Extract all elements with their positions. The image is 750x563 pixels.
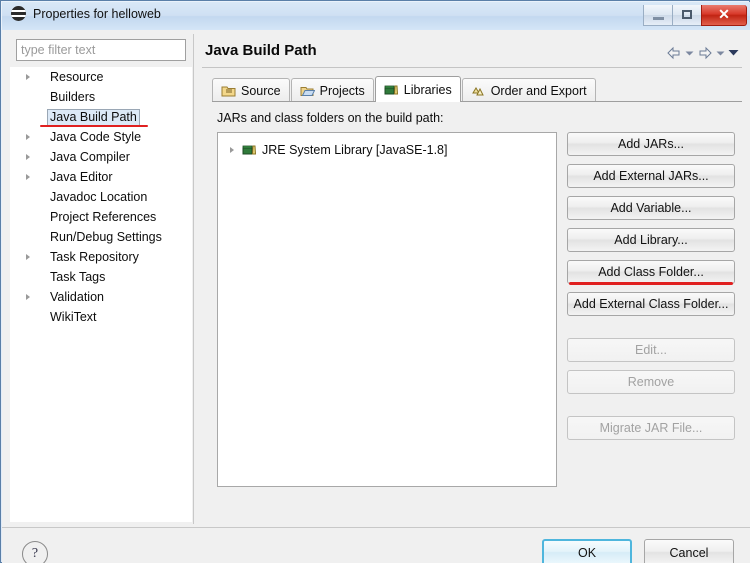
ok-button[interactable]: OK <box>542 539 632 563</box>
add-library-button[interactable]: Add Library... <box>567 228 735 252</box>
list-item[interactable]: JRE System Library [JavaSE-1.8] <box>218 139 556 161</box>
tab-order-and-export[interactable]: Order and Export <box>461 78 596 102</box>
help-icon[interactable]: ? <box>22 541 48 563</box>
sidebar-item-java-compiler[interactable]: Java Compiler <box>10 147 192 167</box>
tab-source[interactable]: Source <box>212 78 290 102</box>
sidebar-item-javadoc-location[interactable]: Javadoc Location <box>10 187 192 207</box>
sidebar-item-label: WikiText <box>50 309 97 324</box>
page-title: Java Build Path <box>205 42 317 59</box>
sidebar-item-java-build-path[interactable]: Java Build Path <box>10 107 192 127</box>
add-jars-button[interactable]: Add JARs... <box>567 132 735 156</box>
button-group-spacer-2 <box>567 402 737 416</box>
add-variable-button[interactable]: Add Variable... <box>567 196 735 220</box>
sidebar-item-label: Java Compiler <box>50 149 130 164</box>
pane-divider <box>193 34 194 524</box>
properties-dialog: Properties for helloweb ✕ Resource <box>0 0 750 563</box>
add-class-folder-button[interactable]: Add Class Folder... <box>567 260 735 284</box>
sidebar-item-label: Validation <box>50 289 104 304</box>
add-external-jars-button[interactable]: Add External JARs... <box>567 164 735 188</box>
sidebar-item-java-code-style[interactable]: Java Code Style <box>10 127 192 147</box>
tab-libraries[interactable]: Libraries <box>374 76 461 102</box>
source-folder-icon <box>221 84 236 98</box>
list-item-label: JRE System Library [JavaSE-1.8] <box>262 143 448 157</box>
sidebar-item-task-tags[interactable]: Task Tags <box>10 267 192 287</box>
minimize-button[interactable] <box>643 4 673 26</box>
sidebar-item-java-editor[interactable]: Java Editor <box>10 167 192 187</box>
back-dropdown-icon[interactable] <box>685 50 694 57</box>
chevron-right-icon <box>26 74 30 80</box>
eclipse-icon <box>11 6 26 21</box>
sidebar-item-label: Javadoc Location <box>50 189 148 204</box>
order-export-icon <box>471 84 486 98</box>
add-external-class-folder-button[interactable]: Add External Class Folder... <box>567 292 735 316</box>
forward-arrow-icon[interactable] <box>697 46 713 60</box>
sidebar-item-label: Java Build Path <box>47 108 140 126</box>
footer-buttons: OK Cancel <box>542 539 734 563</box>
filter-input[interactable] <box>16 39 186 61</box>
chevron-right-icon[interactable] <box>230 147 234 153</box>
library-action-buttons: Add JARs... Add External JARs... Add Var… <box>567 132 737 448</box>
sidebar-item-label: Run/Debug Settings <box>50 229 162 244</box>
forward-dropdown-icon[interactable] <box>716 50 725 57</box>
projects-folder-icon <box>300 84 315 98</box>
edit-button[interactable]: Edit... <box>567 338 735 362</box>
sidebar-item-validation[interactable]: Validation <box>10 287 192 307</box>
button-group-spacer <box>567 324 737 338</box>
tab-projects[interactable]: Projects <box>290 78 374 102</box>
jre-library-icon <box>242 143 257 157</box>
title-bar: Properties for helloweb ✕ <box>2 2 750 30</box>
tab-label: Projects <box>319 83 365 98</box>
maximize-button[interactable] <box>672 4 702 26</box>
annotation-underline-add-external-jars <box>569 282 733 285</box>
chevron-right-icon <box>26 154 30 160</box>
title-separator <box>202 67 742 68</box>
sidebar-item-label: Java Code Style <box>50 129 142 144</box>
sidebar-item-builders[interactable]: Builders <box>10 87 192 107</box>
sidebar-item-run-debug-settings[interactable]: Run/Debug Settings <box>10 227 192 247</box>
remove-button[interactable]: Remove <box>567 370 735 394</box>
sidebar-item-label: Task Repository <box>50 249 139 264</box>
window-title: Properties for helloweb <box>33 6 161 21</box>
chevron-right-icon <box>26 134 30 140</box>
back-arrow-icon[interactable] <box>666 46 682 60</box>
sidebar-item-resource[interactable]: Resource <box>10 67 192 87</box>
title-bar-left: Properties for helloweb <box>11 6 161 21</box>
settings-sidebar: Resource Builders Java Build Path Java C… <box>10 36 192 523</box>
close-button[interactable]: ✕ <box>701 4 747 26</box>
window-controls: ✕ <box>643 3 747 27</box>
tab-bar: Source Projects Libraries Order and Expo… <box>212 76 597 102</box>
libraries-content: JARs and class folders on the build path… <box>212 102 742 522</box>
sidebar-item-project-references[interactable]: Project References <box>10 207 192 227</box>
build-path-list[interactable]: JRE System Library [JavaSE-1.8] <box>217 132 557 487</box>
chevron-right-icon <box>26 254 30 260</box>
sidebar-item-label: Resource <box>50 69 104 84</box>
sidebar-item-label: Project References <box>50 209 157 224</box>
tab-label: Source <box>241 83 281 98</box>
view-menu-icon[interactable] <box>728 49 739 57</box>
sidebar-item-wikitext[interactable]: WikiText <box>10 307 192 327</box>
nav-arrows <box>666 46 739 60</box>
sidebar-item-label: Java Editor <box>50 169 113 184</box>
cancel-button[interactable]: Cancel <box>644 539 734 563</box>
build-path-label: JARs and class folders on the build path… <box>217 111 444 125</box>
sidebar-item-task-repository[interactable]: Task Repository <box>10 247 192 267</box>
window-frame: Properties for helloweb ✕ Resource <box>0 0 750 563</box>
sidebar-item-label: Builders <box>50 89 96 104</box>
migrate-jar-file-button[interactable]: Migrate JAR File... <box>567 416 735 440</box>
libraries-books-icon <box>384 83 399 97</box>
tab-label: Order and Export <box>490 83 587 98</box>
chevron-right-icon <box>26 174 30 180</box>
settings-tree: Resource Builders Java Build Path Java C… <box>10 67 192 522</box>
sidebar-item-label: Task Tags <box>50 269 106 284</box>
footer-separator <box>2 527 750 528</box>
main-panel: Java Build Path Source Projects Librarie… <box>202 34 742 524</box>
tab-label: Libraries <box>403 82 452 97</box>
chevron-right-icon <box>26 294 30 300</box>
dialog-body: Resource Builders Java Build Path Java C… <box>2 30 750 563</box>
